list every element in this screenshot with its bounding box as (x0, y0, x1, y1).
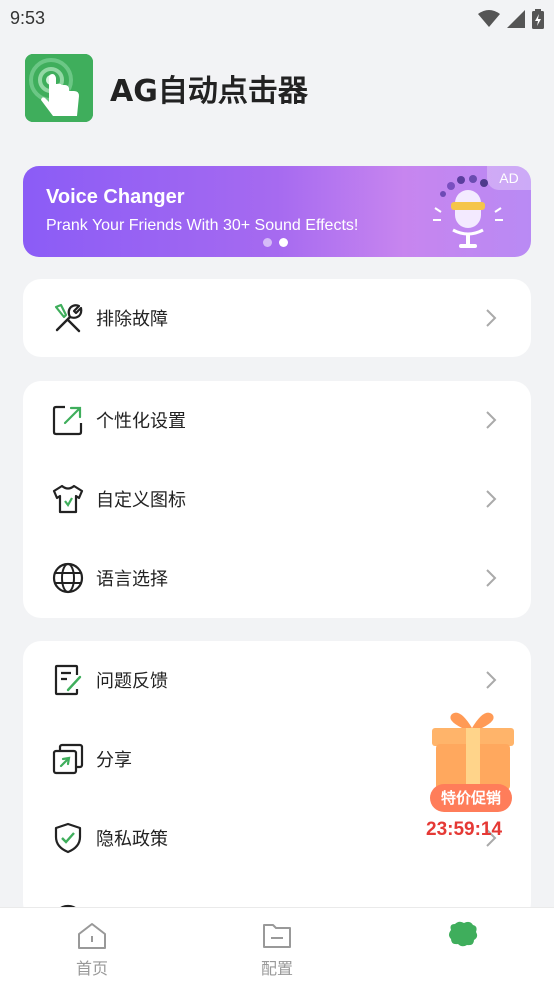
tab-config[interactable]: 配置 (217, 908, 337, 984)
tab-bar: 首页 配置 (0, 907, 554, 984)
menu-item-label: 自定义图标 (96, 490, 186, 511)
promo-widget[interactable]: 特价促销 23:59:14 (420, 706, 524, 846)
app-header: AG自动点击器 (25, 54, 308, 122)
shield-check-icon (54, 822, 82, 854)
folder-icon (263, 924, 291, 948)
menu-item-label: 语言选择 (96, 569, 168, 590)
app-logo-icon (449, 921, 478, 947)
menu-item-personalize[interactable]: 个性化设置 (23, 381, 531, 459)
menu-item-label: 个性化设置 (96, 411, 186, 432)
ad-banner[interactable]: Voice Changer Prank Your Friends With 30… (23, 166, 531, 257)
shirt-icon (52, 484, 84, 514)
chevron-right-icon (486, 309, 497, 327)
ad-dot[interactable] (263, 238, 272, 247)
globe-icon (52, 562, 84, 594)
ad-pagination (263, 238, 288, 247)
status-time: 9:53 (10, 8, 46, 28)
share-icon (52, 743, 84, 775)
chevron-right-icon (486, 569, 497, 587)
status-icons (478, 9, 544, 29)
home-icon (78, 923, 106, 949)
ad-dot-active[interactable] (279, 238, 288, 247)
menu-item-label: 隐私政策 (96, 829, 168, 850)
wifi-icon (478, 10, 500, 27)
chevron-right-icon (486, 671, 497, 689)
wrench-screwdriver-icon (54, 303, 83, 333)
chevron-right-icon (486, 490, 497, 508)
app-title: AG自动点击器 (110, 74, 308, 109)
settings-card: 个性化设置 自定义图标 语言选择 (23, 381, 531, 618)
battery-charging-icon (532, 9, 544, 29)
promo-tag: 特价促销 (430, 784, 512, 812)
tab-home[interactable]: 首页 (32, 908, 152, 984)
status-bar: 9:53 (0, 0, 554, 38)
ad-subtitle: Prank Your Friends With 30+ Sound Effect… (46, 217, 359, 234)
chevron-right-icon (486, 411, 497, 429)
tap-hand-icon (25, 54, 93, 122)
menu-item-label: 问题反馈 (96, 671, 168, 692)
menu-item-troubleshoot[interactable]: 排除故障 (23, 279, 531, 357)
menu-item-label: 排除故障 (96, 309, 168, 330)
menu-item-language[interactable]: 语言选择 (23, 539, 531, 617)
microphone-icon (433, 175, 503, 248)
menu-item-label: 分享 (96, 750, 132, 771)
ad-title: Voice Changer (46, 186, 185, 208)
promo-timer: 23:59:14 (426, 819, 503, 840)
troubleshoot-card: 排除故障 (23, 279, 531, 357)
tab-label: 首页 (75, 959, 108, 978)
feedback-icon (54, 664, 82, 696)
tab-app[interactable] (403, 908, 523, 984)
personalize-icon (52, 405, 83, 436)
menu-item-custom-icon[interactable]: 自定义图标 (23, 460, 531, 538)
signal-icon (507, 10, 525, 28)
tab-label: 配置 (260, 959, 293, 978)
gift-box-icon (432, 712, 514, 790)
